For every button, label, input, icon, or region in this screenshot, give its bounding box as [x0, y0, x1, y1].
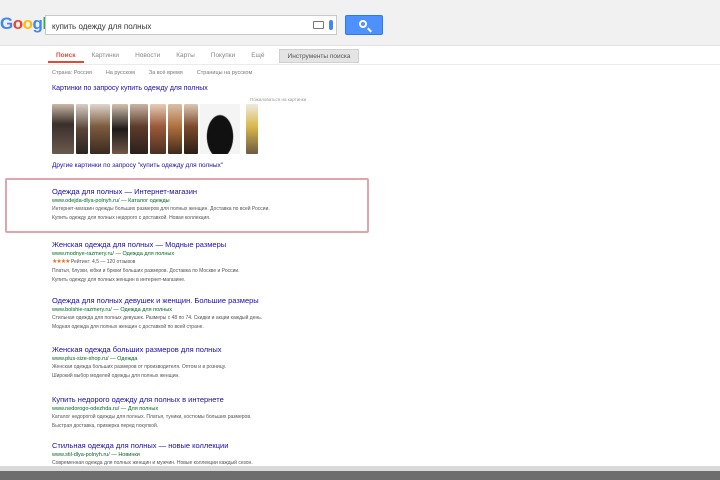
image-thumbnail[interactable] [200, 104, 240, 154]
image-thumbnail[interactable] [112, 104, 128, 154]
result-snippet: Женская одежда больших размеров от произ… [52, 364, 227, 370]
microphone-icon[interactable] [329, 20, 333, 30]
search-icon [359, 20, 367, 28]
result-title[interactable]: Купить недорого одежду для полных в инте… [52, 395, 312, 404]
filter-time[interactable]: За всё время [149, 70, 183, 76]
keyboard-icon[interactable] [313, 21, 324, 29]
logo-letter: o [22, 14, 33, 33]
tab-maps[interactable]: Карты [168, 49, 203, 63]
image-thumbnails [52, 104, 258, 154]
search-result: Купить недорого одежду для полных в инте… [52, 395, 312, 430]
images-header-link[interactable]: Картинки по запросу купить одежду для по… [52, 85, 208, 92]
result-snippet: Быстрая доставка, примерка перед покупко… [52, 423, 159, 429]
search-input[interactable] [46, 17, 306, 36]
image-thumbnail[interactable] [168, 104, 182, 154]
image-thumbnail[interactable] [90, 104, 110, 154]
search-result: Женская одежда больших размеров для полн… [52, 345, 312, 380]
image-thumbnail[interactable] [184, 104, 198, 154]
result-snippet: Модная одежда для полных женщин с достав… [52, 324, 204, 330]
rating-stars: ★★★★ [52, 259, 70, 265]
result-snippet: Купить одежду для полных недорого с дост… [52, 215, 211, 221]
image-thumbnail[interactable] [130, 104, 148, 154]
search-result: Стильная одежда для полных — новые колле… [52, 441, 312, 467]
result-snippet: Интернет-магазин одежды больших размеров… [52, 206, 270, 212]
result-url: www.plus-size-shop.ru/ — Одежда [52, 356, 138, 362]
result-title[interactable]: Женская одежда для полных — Модные разме… [52, 240, 312, 249]
result-title[interactable]: Одежда для полных девушек и женщин. Боль… [52, 296, 312, 305]
image-thumbnail[interactable] [76, 104, 88, 154]
tabs-divider [0, 64, 720, 65]
result-title[interactable]: Стильная одежда для полных — новые колле… [52, 441, 312, 450]
logo-letter: g [32, 14, 43, 33]
result-snippet: Платья, блузки, юбки и брюки больших раз… [52, 268, 240, 274]
image-thumbnail[interactable] [246, 104, 258, 154]
result-url: www.nedorogo-odezhda.ru/ — Для полных [52, 406, 159, 412]
top-bar: Google [0, 0, 720, 46]
tab-web[interactable]: Поиск [48, 49, 84, 63]
result-title[interactable]: Женская одежда больших размеров для полн… [52, 345, 312, 354]
search-tools-button[interactable]: Инструменты поиска [278, 48, 360, 63]
filter-country[interactable]: Страна: Россия [52, 70, 92, 76]
result-snippet: Купить одежду для полных женщин в интерн… [52, 277, 186, 283]
tab-shopping[interactable]: Покупки [203, 49, 243, 63]
result-snippet: Стильная одежда для полных девушек. Разм… [52, 315, 263, 321]
logo-letter: o [12, 14, 23, 33]
search-button[interactable] [345, 15, 383, 35]
image-thumbnail[interactable] [52, 104, 74, 154]
result-url: www.bolshie-razmery.ru/ — Одежда для пол… [52, 307, 172, 313]
search-tabs: Поиск Картинки Новости Карты Покупки Ещё… [48, 47, 360, 64]
search-result: Одежда для полных — Интернет-магазин www… [52, 187, 312, 222]
image-thumbnail[interactable] [150, 104, 166, 154]
result-rating: ★★★★ Рейтинг: 4,5 — 120 отзывов [52, 259, 312, 266]
result-url: www.modnye-razmery.ru/ — Одежда для полн… [52, 251, 175, 257]
result-snippet: Каталог недорогой одежды для полных. Пла… [52, 414, 252, 420]
images-report-link[interactable]: Пожаловаться на картинки [250, 97, 306, 102]
rating-text: Рейтинг: 4,5 — 120 отзывов [70, 259, 136, 265]
result-url: www.stil-dlya-polnyh.ru/ — Новинки [52, 452, 140, 458]
search-result: Одежда для полных девушек и женщин. Боль… [52, 296, 312, 331]
search-box [45, 15, 337, 36]
logo-letter: G [0, 14, 13, 33]
search-result: Женская одежда для полных — Модные разме… [52, 240, 312, 284]
search-filters: Страна: Россия На русском За всё время С… [52, 70, 252, 76]
result-snippet: Широкий выбор моделей одежды для полных … [52, 373, 180, 379]
result-url: www.odejda-dlya-polnyh.ru/ — Каталог оде… [52, 198, 170, 204]
more-images-link[interactable]: Другие картинки по запросу "купить одежд… [52, 162, 223, 169]
filter-language[interactable]: На русском [106, 70, 135, 76]
tab-more[interactable]: Ещё [243, 49, 272, 63]
tab-images[interactable]: Картинки [84, 49, 128, 63]
result-title[interactable]: Одежда для полных — Интернет-магазин [52, 187, 312, 196]
filter-pages[interactable]: Страницы на русском [197, 70, 252, 76]
tab-news[interactable]: Новости [127, 49, 168, 63]
bottom-bar [0, 471, 720, 480]
